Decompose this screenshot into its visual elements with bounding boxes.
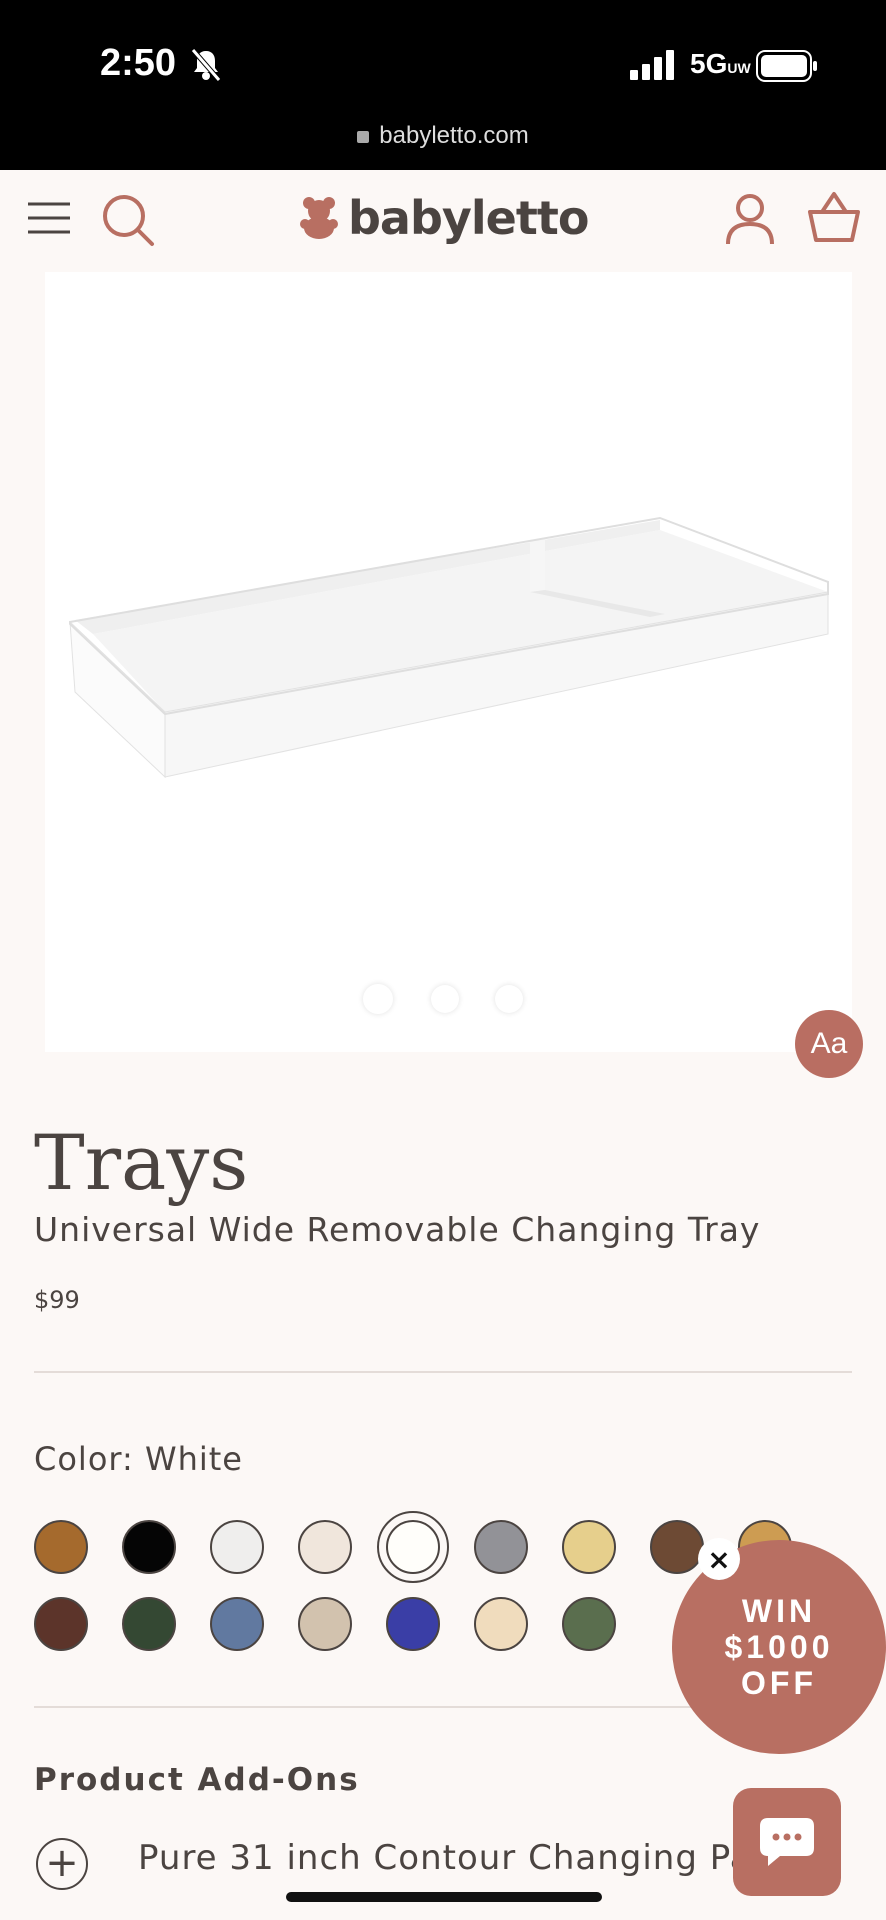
network-type: 5GUW	[690, 48, 751, 79]
color-swatch[interactable]	[474, 1520, 528, 1574]
color-swatch[interactable]	[562, 1520, 616, 1574]
color-swatch[interactable]	[562, 1597, 616, 1651]
chat-bubble-icon	[760, 1818, 814, 1866]
brand-logo[interactable]: babyletto	[300, 188, 589, 248]
url-text: babyletto.com	[379, 122, 529, 149]
color-swatch[interactable]	[298, 1597, 352, 1651]
add-addon-icon[interactable]: +	[36, 1838, 88, 1890]
product-price: $99	[34, 1286, 80, 1314]
color-swatch[interactable]	[122, 1520, 176, 1574]
changing-tray-image	[69, 516, 829, 779]
color-swatch[interactable]	[122, 1597, 176, 1651]
cell-signal-icon	[630, 50, 674, 80]
color-swatch[interactable]	[386, 1520, 440, 1574]
search-icon[interactable]	[100, 192, 156, 248]
home-indicator	[286, 1892, 602, 1902]
carousel-dot-1[interactable]	[363, 984, 393, 1014]
product-title: Trays	[34, 1118, 249, 1207]
product-image-carousel[interactable]	[45, 272, 852, 1052]
carousel-dot-3[interactable]	[495, 985, 523, 1013]
color-swatch[interactable]	[34, 1597, 88, 1651]
color-swatch[interactable]	[210, 1520, 264, 1574]
carousel-dot-2[interactable]	[431, 985, 459, 1013]
promo-close-button[interactable]: ×	[698, 1538, 740, 1580]
brand-name: babyletto	[348, 191, 589, 245]
menu-icon[interactable]	[26, 200, 72, 236]
addons-title: Product Add-Ons	[34, 1762, 360, 1798]
promo-line-3: OFF	[741, 1665, 817, 1701]
promo-line-2: $1000	[724, 1629, 834, 1665]
silent-bell-icon	[191, 48, 221, 82]
status-bar: 2:50 5GUW babyletto.com	[0, 0, 886, 170]
status-time: 2:50	[100, 42, 177, 84]
chat-button[interactable]	[733, 1788, 841, 1896]
color-swatch[interactable]	[210, 1597, 264, 1651]
color-swatch[interactable]	[34, 1520, 88, 1574]
address-bar[interactable]: babyletto.com	[0, 122, 886, 150]
product-subtitle: Universal Wide Removable Changing Tray	[34, 1210, 761, 1249]
font-size-button[interactable]: Aa	[795, 1010, 863, 1078]
divider	[34, 1371, 852, 1373]
site-header: babyletto	[0, 170, 886, 270]
color-swatch[interactable]	[386, 1597, 440, 1651]
basket-icon[interactable]	[806, 190, 862, 244]
color-swatch[interactable]	[298, 1520, 352, 1574]
color-label: Color: White	[34, 1440, 243, 1478]
battery-icon	[756, 50, 817, 82]
color-swatch[interactable]	[474, 1597, 528, 1651]
account-icon[interactable]	[724, 192, 776, 246]
bear-logo-icon	[300, 197, 338, 239]
promo-line-1: WIN	[741, 1593, 817, 1629]
lock-icon	[357, 131, 370, 143]
color-swatch[interactable]	[650, 1520, 704, 1574]
